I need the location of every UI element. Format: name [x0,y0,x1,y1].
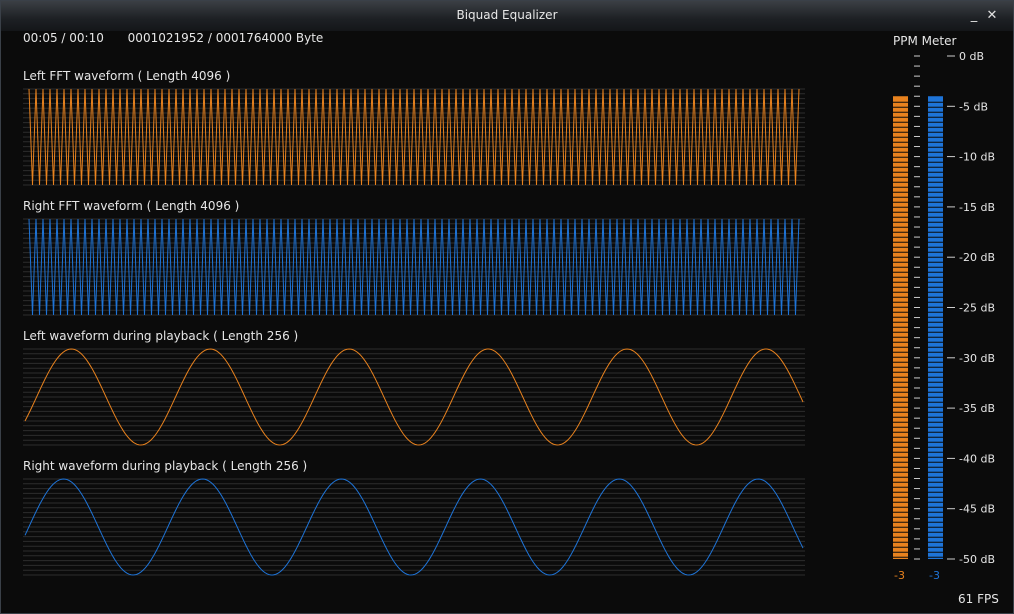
left-fft-label: Left FFT waveform ( Length 4096 ) [23,69,231,83]
right-playback-label: Right waveform during playback ( Length … [23,459,308,473]
ppm-scale-label: 0 dB [959,50,984,63]
playback-time: 00:05 / 00:10 [23,31,104,45]
ppm-scale-label: -50 dB [959,553,995,566]
right-playback-waveform [23,478,805,576]
right-fft-waveform [23,218,805,316]
minimize-button[interactable]: _ [967,9,981,23]
ppm-scale-label: -30 dB [959,352,995,365]
ppm-scale-label: -20 dB [959,251,995,264]
waveform-grid [23,348,805,446]
left-playback-label: Left waveform during playback ( Length 2… [23,329,299,343]
left-playback-waveform [23,348,805,446]
close-button[interactable]: ✕ [985,9,999,23]
ppm-meter-title: PPM Meter [893,34,957,48]
playback-status: 00:05 / 00:10 0001021952 / 0001764000 By… [23,31,343,45]
ppm-scale-label: -15 dB [959,201,995,214]
right-fft-label: Right FFT waveform ( Length 4096 ) [23,199,240,213]
byte-progress: 0001021952 / 0001764000 Byte [127,31,324,45]
ppm-scale-label: -35 dB [959,402,995,415]
ppm-scale-label: -10 dB [959,151,995,164]
ppm-scale-label: -40 dB [959,452,995,465]
waveform-grid [23,478,805,576]
ppm-left-bar-reading: -3 [894,569,905,582]
window-title: Biquad Equalizer [456,8,558,22]
ppm-scale-label: -45 dB [959,503,995,516]
ppm-meter: 0 dB -5 dB -10 dB -15 dB -20 dB -25 dB -30 dB -… [893,50,995,582]
fps-counter: 61 FPS [958,592,999,606]
left-fft-waveform [23,88,805,186]
title-bar[interactable]: Biquad Equalizer _ ✕ [1,1,1013,31]
ppm-scale-label: -25 dB [959,302,995,315]
app-window: Biquad Equalizer _ ✕ 00:05 / 00:10 00010… [0,0,1014,614]
ppm-right-bar-reading: -3 [929,569,940,582]
ppm-scale-label: -5 dB [959,100,988,113]
